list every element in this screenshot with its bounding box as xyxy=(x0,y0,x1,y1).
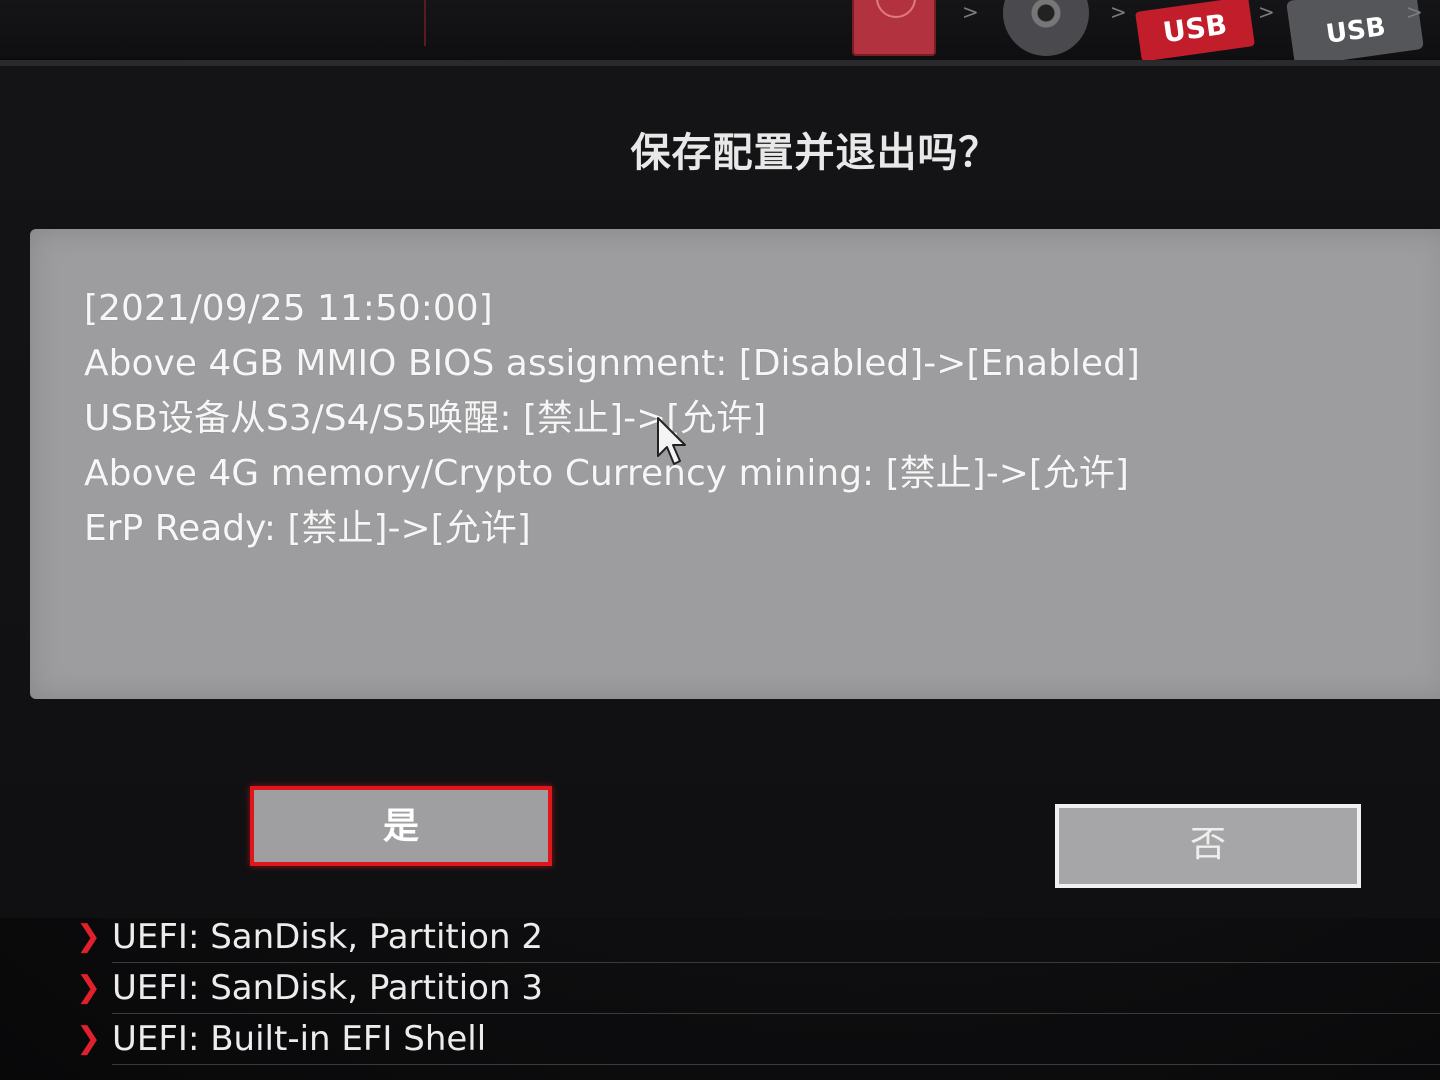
chevron-right-icon: > xyxy=(962,0,979,24)
chevron-right-icon: > xyxy=(1406,0,1423,24)
change-item: Above 4GB MMIO BIOS assignment: [Disable… xyxy=(84,343,1140,384)
change-item: ErP Ready: [禁止]->[允许] xyxy=(84,508,531,549)
hdd-boot-device-icon[interactable] xyxy=(852,0,936,56)
changes-list: [2021/09/25 11:50:00] Above 4GB MMIO BIO… xyxy=(84,281,1384,556)
chevron-right-icon: > xyxy=(1258,0,1275,24)
bios-screen: > > USB > USB > 保存配置并退出吗？ [2021/09/25 11… xyxy=(0,0,1440,1080)
boot-entry-label: UEFI: SanDisk, Partition 3 xyxy=(112,968,543,1008)
save-exit-dialog: 保存配置并退出吗？ [2021/09/25 11:50:00] Above 4G… xyxy=(0,60,1440,918)
strip-divider xyxy=(424,0,426,46)
chevron-right-icon: > xyxy=(1110,0,1127,24)
boot-device-list: ❯ UEFI: SanDisk, Partition 2 ❯ UEFI: San… xyxy=(0,912,1440,1065)
chevron-right-icon: ❯ xyxy=(76,919,102,954)
usb-boot-device-icon[interactable]: USB xyxy=(1286,0,1424,67)
chevron-right-icon: ❯ xyxy=(76,1021,102,1056)
list-item[interactable]: ❯ UEFI: SanDisk, Partition 2 xyxy=(76,912,1440,963)
list-item[interactable]: ❯ UEFI: SanDisk, Partition 3 xyxy=(76,963,1440,1014)
chevron-right-icon: ❯ xyxy=(76,970,102,1005)
boot-entry-label: UEFI: SanDisk, Partition 2 xyxy=(112,917,543,957)
usb-boot-device-icon[interactable]: USB xyxy=(1135,0,1255,62)
optical-boot-device-icon[interactable] xyxy=(1003,0,1089,56)
changes-summary-panel: [2021/09/25 11:50:00] Above 4GB MMIO BIO… xyxy=(30,229,1440,699)
change-item: Above 4G memory/Crypto Currency mining: … xyxy=(84,453,1129,494)
change-timestamp: [2021/09/25 11:50:00] xyxy=(84,288,493,329)
mouse-cursor-icon xyxy=(657,417,686,465)
yes-button[interactable]: 是 xyxy=(250,786,552,866)
boot-priority-strip: > > USB > USB > xyxy=(0,0,1440,67)
change-item: USB设备从S3/S4/S5唤醒: [禁止]->[允许] xyxy=(84,398,767,439)
list-item[interactable]: ❯ UEFI: Built-in EFI Shell xyxy=(76,1014,1440,1065)
dialog-title: 保存配置并退出吗？ xyxy=(630,130,1000,176)
no-button[interactable]: 否 xyxy=(1055,804,1361,888)
boot-entry-label: UEFI: Built-in EFI Shell xyxy=(112,1019,487,1059)
